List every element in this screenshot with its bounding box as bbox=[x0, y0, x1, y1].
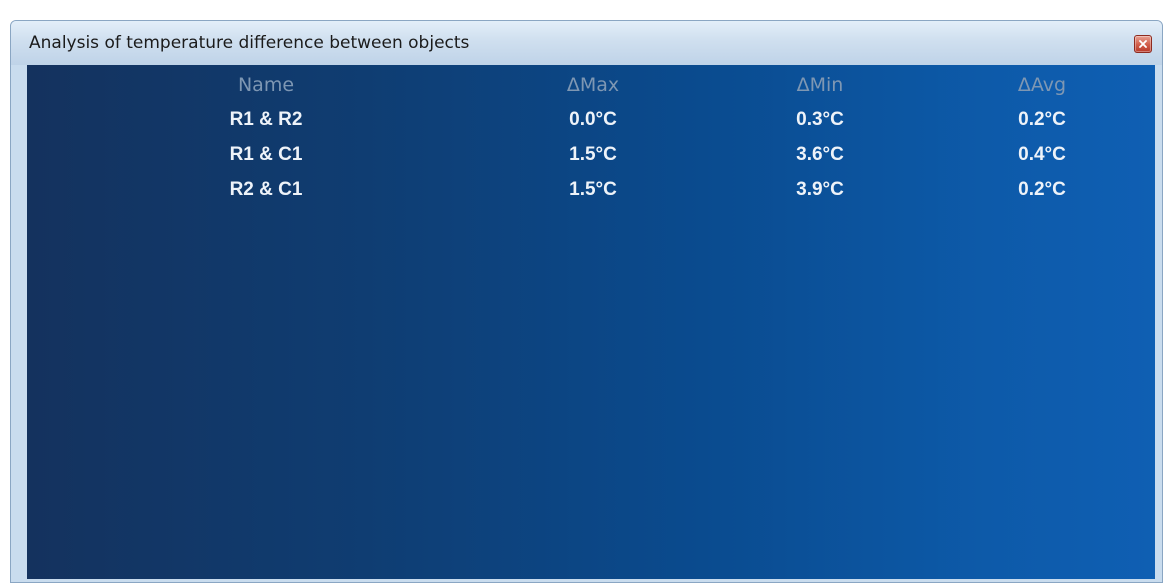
close-icon bbox=[1139, 40, 1147, 48]
header-name: Name bbox=[237, 74, 295, 96]
row-delta-avg: 0.4°C bbox=[1018, 144, 1066, 165]
table-row: R1 & R2 0.0°C 0.3°C 0.2°C bbox=[27, 104, 1155, 139]
row-delta-max: 1.5°C bbox=[569, 179, 617, 200]
temperature-difference-panel: Name ΔMax ΔMin ΔAvg R1 & R2 0.0°C 0.3°C … bbox=[27, 65, 1155, 579]
row-delta-min: 0.3°C bbox=[796, 109, 844, 130]
row-name: R1 & C1 bbox=[229, 144, 303, 165]
row-name: R2 & C1 bbox=[229, 179, 303, 200]
row-delta-max: 1.5°C bbox=[569, 144, 617, 165]
row-name: R1 & R2 bbox=[229, 109, 303, 130]
close-button[interactable] bbox=[1134, 35, 1152, 53]
table-row: R2 & C1 1.5°C 3.9°C 0.2°C bbox=[27, 174, 1155, 209]
row-delta-min: 3.9°C bbox=[796, 179, 844, 200]
difference-table: Name ΔMax ΔMin ΔAvg R1 & R2 0.0°C 0.3°C … bbox=[27, 69, 1155, 209]
header-delta-max: ΔMax bbox=[566, 74, 620, 96]
header-delta-avg: ΔAvg bbox=[1017, 74, 1067, 96]
row-delta-min: 3.6°C bbox=[796, 144, 844, 165]
table-row: R1 & C1 1.5°C 3.6°C 0.4°C bbox=[27, 139, 1155, 174]
row-delta-avg: 0.2°C bbox=[1018, 109, 1066, 130]
row-delta-max: 0.0°C bbox=[569, 109, 617, 130]
analysis-window: Analysis of temperature difference betwe… bbox=[10, 20, 1163, 583]
header-delta-min: ΔMin bbox=[796, 74, 844, 96]
window-title: Analysis of temperature difference betwe… bbox=[29, 33, 470, 53]
row-delta-avg: 0.2°C bbox=[1018, 179, 1066, 200]
table-header-row: Name ΔMax ΔMin ΔAvg bbox=[27, 69, 1155, 104]
title-bar[interactable]: Analysis of temperature difference betwe… bbox=[11, 21, 1162, 65]
